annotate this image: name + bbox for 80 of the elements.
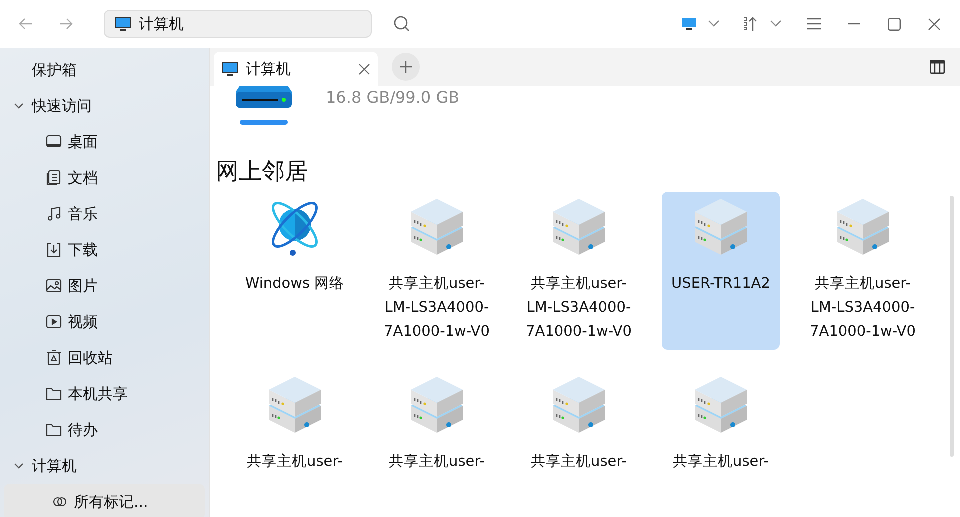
network-item[interactable]: 共享主机user- xyxy=(662,370,780,517)
computer-icon xyxy=(222,62,238,76)
computer-icon xyxy=(115,16,131,32)
sidebar-item[interactable]: 音乐 xyxy=(4,196,205,232)
chevron-down-icon xyxy=(770,20,782,28)
hard-drive-icon xyxy=(236,86,292,108)
sidebar-item[interactable]: 保护箱 xyxy=(4,52,205,88)
document-icon xyxy=(46,170,62,186)
usage-bar xyxy=(240,120,288,125)
network-item[interactable]: 共享主机user- LM-LS3A4000- 7A1000-1w-V0 xyxy=(520,192,638,350)
item-label: LM-LS3A4000- xyxy=(384,299,490,318)
folder-icon xyxy=(46,422,62,438)
folder-icon xyxy=(46,386,62,402)
menu-icon xyxy=(807,18,821,30)
network-item[interactable]: 共享主机user- xyxy=(236,370,354,517)
network-item[interactable]: 共享主机user- LM-LS3A4000- 7A1000-1w-V0 xyxy=(378,192,496,350)
close-icon xyxy=(928,18,940,30)
item-label: 7A1000-1w-V0 xyxy=(526,323,632,342)
network-item[interactable]: Windows 网络 xyxy=(236,192,354,350)
caret-icon xyxy=(14,462,24,470)
column-view-icon[interactable] xyxy=(930,60,945,74)
download-icon xyxy=(46,242,62,258)
desktop-icon xyxy=(46,134,62,150)
search-icon xyxy=(393,15,411,33)
server-icon xyxy=(693,198,749,258)
item-label: 共享主机user- xyxy=(389,452,485,472)
forward-arrow-icon xyxy=(58,16,74,32)
address-bar[interactable]: 计算机 xyxy=(104,10,372,38)
server-icon xyxy=(409,198,465,258)
trash-icon xyxy=(46,350,62,366)
item-label: USER-TR11A2 xyxy=(672,275,770,294)
picture-icon xyxy=(46,278,62,294)
network-item[interactable]: 共享主机user- LM-LS3A4000- 7A1000-1w-V0 xyxy=(804,192,922,350)
sidebar-group[interactable]: 计算机 xyxy=(4,448,205,484)
sidebar-item[interactable]: 视频 xyxy=(4,304,205,340)
server-icon xyxy=(693,376,749,436)
sidebar-item[interactable]: 本机共享 xyxy=(4,376,205,412)
sidebar-item[interactable]: 待办 xyxy=(4,412,205,448)
network-item[interactable]: 共享主机user- xyxy=(378,370,496,517)
music-icon xyxy=(46,206,62,222)
sidebar-item[interactable]: 文档 xyxy=(4,160,205,196)
close-icon[interactable] xyxy=(359,64,370,74)
section-heading: 网上邻居 xyxy=(216,158,309,187)
item-label: 共享主机user- xyxy=(673,452,769,472)
item-label: 共享主机user- xyxy=(531,274,627,294)
back-arrow-icon xyxy=(18,16,34,32)
item-label: 共享主机user- xyxy=(247,452,343,472)
sidebar-group[interactable]: 快速访问 xyxy=(4,88,205,124)
item-label: LM-LS3A4000- xyxy=(526,299,632,318)
plus-icon xyxy=(400,61,412,73)
maximize-icon xyxy=(888,18,900,30)
computer-icon xyxy=(682,18,696,30)
sidebar-item[interactable]: 下载 xyxy=(4,232,205,268)
chevron-down-icon xyxy=(708,20,720,28)
new-tab-button[interactable] xyxy=(392,53,420,81)
item-label: 共享主机user- xyxy=(815,274,911,294)
sidebar-item[interactable]: 桌面 xyxy=(4,124,205,160)
server-icon xyxy=(551,198,607,258)
disk-usage-text: 16.8 GB/99.0 GB xyxy=(326,88,460,107)
server-icon xyxy=(551,376,607,436)
sidebar-item[interactable]: 回收站 xyxy=(4,340,205,376)
item-label: 7A1000-1w-V0 xyxy=(810,323,916,342)
tab[interactable]: 计算机 xyxy=(214,52,378,86)
sidebar-item[interactable]: 所有标记... xyxy=(4,484,205,517)
item-label: 共享主机user- xyxy=(389,274,485,294)
item-label: 7A1000-1w-V0 xyxy=(384,323,490,342)
scrollbar[interactable] xyxy=(950,196,954,457)
sort-icon xyxy=(744,17,758,31)
server-icon xyxy=(267,376,323,436)
video-icon xyxy=(46,314,62,330)
network-item[interactable]: 共享主机user- xyxy=(520,370,638,517)
network-item[interactable]: USER-TR11A2 xyxy=(662,192,780,350)
minimize-icon xyxy=(848,23,860,25)
server-icon xyxy=(835,198,891,258)
item-label: Windows 网络 xyxy=(245,275,345,294)
item-label: 共享主机user- xyxy=(531,452,627,472)
sidebar-item[interactable]: 图片 xyxy=(4,268,205,304)
caret-icon xyxy=(14,102,24,110)
server-icon xyxy=(409,376,465,436)
item-label: LM-LS3A4000- xyxy=(810,299,916,318)
